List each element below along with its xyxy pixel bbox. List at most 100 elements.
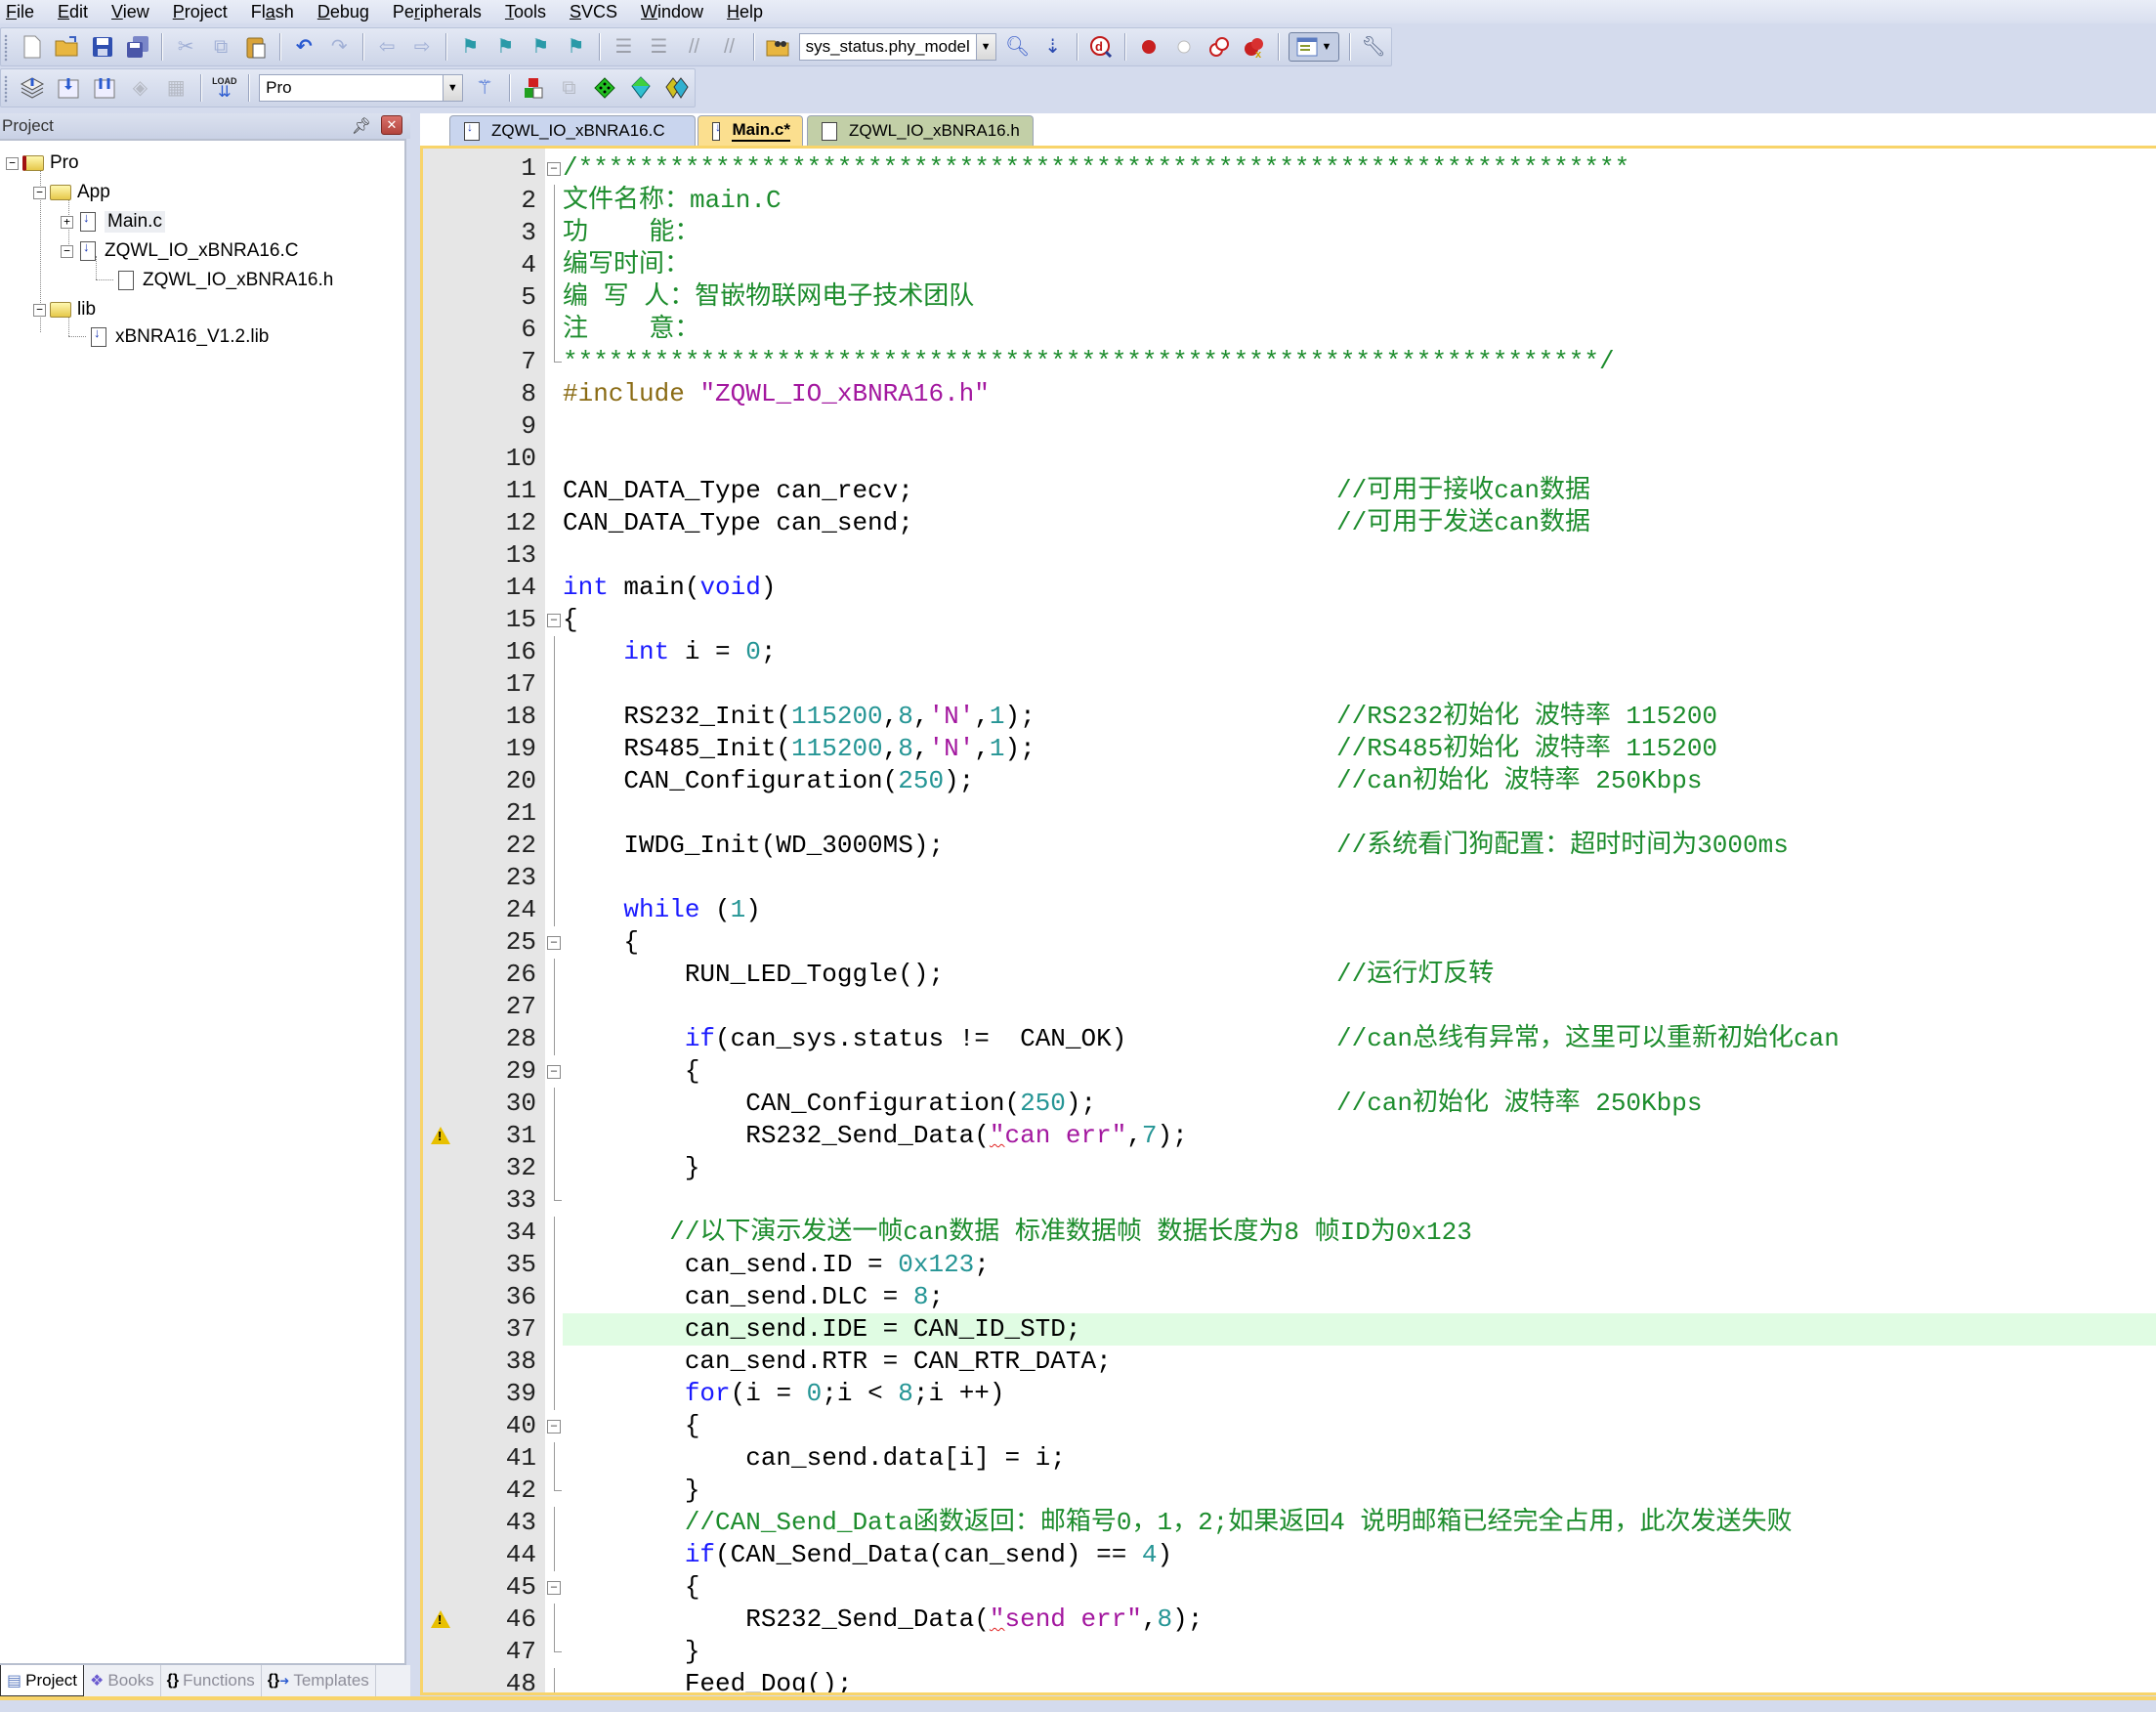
new-file-icon[interactable]: [19, 32, 46, 62]
select-packs-icon[interactable]: ⧉: [555, 73, 583, 103]
code-line[interactable]: 36 can_send.DLC = 8;: [423, 1281, 2156, 1313]
bookmark-toggle-icon[interactable]: ⚑: [456, 32, 484, 62]
code-line[interactable]: 28 if(can_sys.status != CAN_OK) //can总线有异…: [423, 1023, 2156, 1055]
menu-peripherals[interactable]: Peripherals: [393, 2, 482, 22]
download-load-button[interactable]: LOAD ⇊: [210, 73, 238, 103]
code-line[interactable]: 4 编写时间：: [423, 249, 2156, 281]
chevron-down-icon[interactable]: ▼: [442, 75, 462, 101]
cut-icon[interactable]: ✂: [172, 32, 199, 62]
navigate-back-icon[interactable]: ⇦: [373, 32, 401, 62]
redo-icon[interactable]: ↷: [325, 32, 353, 62]
fold-collapse-icon[interactable]: −: [547, 1420, 561, 1434]
configure-icon[interactable]: 🔧︎: [1360, 32, 1387, 62]
code-text[interactable]: {: [563, 604, 2156, 636]
code-text[interactable]: int main(void): [563, 572, 2156, 604]
code-text[interactable]: while (1): [563, 894, 2156, 926]
menu-svcs[interactable]: SVCS: [570, 2, 617, 22]
fold-collapse-icon[interactable]: −: [547, 614, 561, 627]
code-text[interactable]: can_send.RTR = CAN_RTR_DATA;: [563, 1346, 2156, 1378]
code-line[interactable]: 33: [423, 1184, 2156, 1217]
find-icon[interactable]: 🔍︎: [1004, 32, 1032, 62]
code-line[interactable]: 18 RS232_Init(115200,8,'N',1);//RS232初始化…: [423, 701, 2156, 733]
fold-collapse-icon[interactable]: −: [547, 1581, 561, 1595]
code-line[interactable]: 22 IWDG_Init(WD_3000MS); //系统看门狗配置：超时时间为3…: [423, 830, 2156, 862]
code-text[interactable]: [563, 410, 2156, 443]
code-text[interactable]: int i = 0;: [563, 636, 2156, 668]
code-line[interactable]: 42 }: [423, 1475, 2156, 1507]
code-text[interactable]: [563, 797, 2156, 830]
code-line[interactable]: 14 int main(void): [423, 572, 2156, 604]
code-text[interactable]: RS232_Send_Data("can err",7);: [563, 1120, 2156, 1152]
code-text[interactable]: 功 能：: [563, 217, 2156, 249]
code-line[interactable]: 35 can_send.ID = 0x123;: [423, 1249, 2156, 1281]
tab-main-c[interactable]: Main.c*: [698, 115, 803, 146]
code-text[interactable]: /***************************************…: [563, 152, 2156, 185]
translate-icon[interactable]: [19, 73, 47, 103]
find-in-files-icon[interactable]: [764, 32, 791, 62]
code-text[interactable]: {: [563, 1055, 2156, 1088]
code-text[interactable]: //CAN_Send_Data函数返回：邮箱号0，1，2;如果返回4 说明邮箱已…: [563, 1507, 2156, 1539]
batch-build-icon[interactable]: ◈: [126, 73, 154, 103]
code-line[interactable]: 6 注 意：: [423, 314, 2156, 346]
code-text[interactable]: if(CAN_Send_Data(can_send) == 4): [563, 1539, 2156, 1571]
tab-books[interactable]: ❖ Books: [84, 1665, 161, 1696]
tab-zqwl-h[interactable]: ZQWL_IO_xBNRA16.h: [807, 115, 1034, 146]
menu-file[interactable]: File: [6, 2, 34, 22]
code-line[interactable]: 29− {: [423, 1055, 2156, 1088]
tree-node-file-zqwl-h[interactable]: ZQWL_IO_xBNRA16.h: [115, 268, 333, 293]
stop-build-icon[interactable]: ▦: [162, 73, 190, 103]
indent-icon[interactable]: ☰: [610, 32, 637, 62]
code-text[interactable]: can_send.IDE = CAN_ID_STD;: [563, 1313, 2156, 1346]
tab-project[interactable]: ▤ Project: [0, 1665, 85, 1696]
menu-window[interactable]: Window: [641, 2, 703, 22]
menu-view[interactable]: View: [111, 2, 149, 22]
tree-node-group-app[interactable]: − App: [33, 180, 110, 205]
code-line[interactable]: 39 for(i = 0;i < 8;i ++): [423, 1378, 2156, 1410]
code-line[interactable]: 32 }: [423, 1152, 2156, 1184]
fold-collapse-icon[interactable]: −: [547, 1065, 561, 1079]
debug-session-icon[interactable]: d: [1087, 32, 1115, 62]
find-combo[interactable]: sys_status.phy_model ▼: [798, 33, 996, 61]
code-text[interactable]: 文件名称：main.C: [563, 185, 2156, 217]
find-combo-value[interactable]: sys_status.phy_model: [800, 37, 976, 57]
code-line[interactable]: 8 #include "ZQWL_IO_xBNRA16.h": [423, 378, 2156, 410]
enable-breakpoint-icon[interactable]: [1170, 32, 1198, 62]
tab-zqwl-c[interactable]: ZQWL_IO_xBNRA16.C: [449, 115, 696, 146]
window-layout-button[interactable]: ▼: [1288, 32, 1340, 62]
code-line[interactable]: 23: [423, 862, 2156, 894]
menu-edit[interactable]: Edit: [58, 2, 88, 22]
code-line[interactable]: 26 RUN_LED_Toggle(); //运行灯反转: [423, 959, 2156, 991]
code-line[interactable]: 9: [423, 410, 2156, 443]
menu-tools[interactable]: Tools: [505, 2, 546, 22]
code-text[interactable]: {: [563, 1571, 2156, 1604]
paste-icon[interactable]: [242, 32, 270, 62]
code-text[interactable]: RS232_Send_Data("send err",8);: [563, 1604, 2156, 1636]
code-line[interactable]: 13: [423, 539, 2156, 572]
code-text[interactable]: }: [563, 1152, 2156, 1184]
code-line[interactable]: 38 can_send.RTR = CAN_RTR_DATA;: [423, 1346, 2156, 1378]
code-line[interactable]: 44 if(CAN_Send_Data(can_send) == 4): [423, 1539, 2156, 1571]
collapse-icon[interactable]: −: [33, 303, 46, 317]
code-text[interactable]: [563, 668, 2156, 701]
toolbar-grip[interactable]: [4, 34, 8, 62]
copy-icon[interactable]: ⧉: [207, 32, 234, 62]
bookmark-next-icon[interactable]: ⚑: [527, 32, 554, 62]
code-text[interactable]: }: [563, 1475, 2156, 1507]
code-line[interactable]: 19 RS485_Init(115200,8,'N',1);//RS485初始化…: [423, 733, 2156, 765]
tree-node-file-main[interactable]: + Main.c: [61, 209, 165, 235]
code-line[interactable]: 7 ***************************************…: [423, 346, 2156, 378]
manage-project-items-icon[interactable]: [519, 73, 547, 103]
tab-functions[interactable]: {} Functions: [161, 1665, 262, 1696]
save-all-icon[interactable]: [124, 32, 151, 62]
expand-icon[interactable]: +: [61, 215, 73, 229]
pack-installer-icon[interactable]: [627, 73, 655, 103]
code-line[interactable]: 40− {: [423, 1410, 2156, 1442]
fold-collapse-icon[interactable]: −: [547, 936, 561, 950]
menu-help[interactable]: Help: [727, 2, 763, 22]
code-text[interactable]: can_send.DLC = 8;: [563, 1281, 2156, 1313]
bookmark-clear-icon[interactable]: ⚑: [562, 32, 589, 62]
open-file-icon[interactable]: [54, 32, 81, 62]
code-line[interactable]: 12 CAN_DATA_Type can_send; //可用于发送can数据: [423, 507, 2156, 539]
tree-node-root[interactable]: − Pro: [6, 150, 79, 176]
code-line[interactable]: 1−/*************************************…: [423, 152, 2156, 185]
